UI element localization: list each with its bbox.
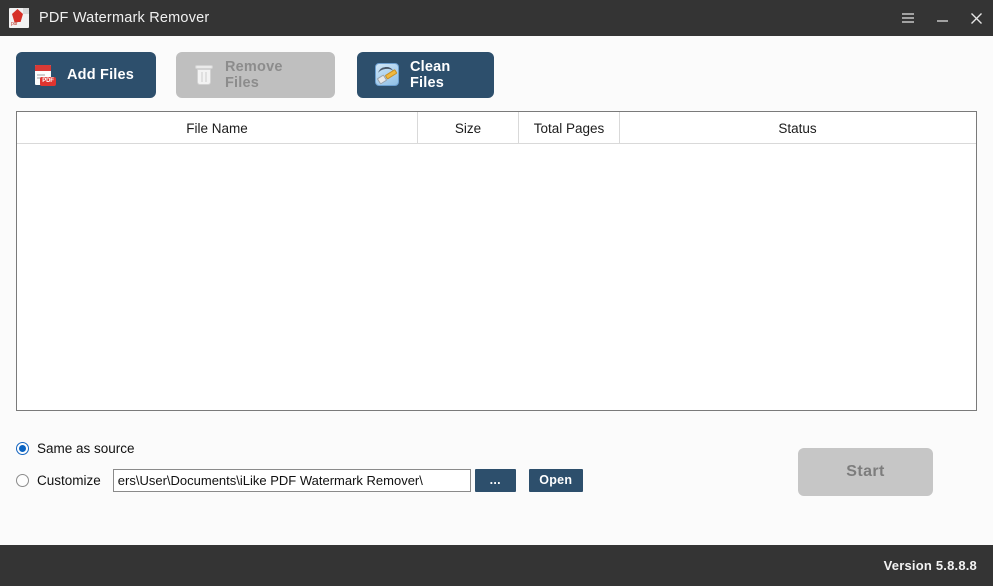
clean-files-label: Clean Files (410, 59, 451, 91)
output-path-input[interactable]: ers\User\Documents\iLike PDF Watermark R… (112, 468, 471, 492)
trash-icon (194, 63, 214, 87)
pdf-add-icon: PDF (34, 63, 56, 87)
statusbar: Version 5.8.8.8 (0, 545, 993, 586)
window-controls (891, 0, 993, 36)
open-folder-button[interactable]: Open (528, 468, 583, 492)
table-body-empty[interactable] (17, 144, 976, 410)
output-options: Same as source Customize ers\User\Docume… (16, 436, 616, 492)
radio-same-as-source[interactable] (16, 441, 29, 455)
option-customize[interactable]: Customize ers\User\Documents\iLike PDF W… (16, 468, 616, 492)
browse-button[interactable]: ... (474, 468, 516, 492)
minimize-icon[interactable] (925, 0, 959, 36)
file-list-table: File Name Size Total Pages Status (16, 111, 977, 411)
window-title: PDF Watermark Remover (39, 10, 210, 26)
column-header-total-pages[interactable]: Total Pages (518, 112, 619, 144)
label-customize: Customize (37, 472, 101, 488)
remove-files-label: Remove Files (225, 59, 283, 91)
option-same-as-source[interactable]: Same as source (16, 436, 616, 460)
start-button[interactable]: Start (798, 448, 933, 496)
add-files-button[interactable]: PDF Add Files (16, 52, 156, 98)
app-pdf-file-icon: pdf (9, 8, 29, 28)
label-same-as-source: Same as source (37, 440, 135, 456)
clean-files-button[interactable]: Clean Files (357, 52, 494, 98)
toolbar: PDF Add Files Remove Files Clean Files (0, 36, 993, 105)
output-path-value: ers\User\Documents\iLike PDF Watermark R… (117, 472, 423, 488)
version-label: Version 5.8.8.8 (883, 558, 977, 573)
application-window: pdf PDF Watermark Remover PDF Add Files … (0, 0, 993, 586)
clean-brush-icon (375, 63, 399, 87)
column-header-file-name[interactable]: File Name (17, 112, 417, 144)
column-header-size[interactable]: Size (417, 112, 518, 144)
column-header-status[interactable]: Status (619, 112, 975, 144)
table-header-row: File Name Size Total Pages Status (17, 112, 976, 144)
titlebar: pdf PDF Watermark Remover (0, 0, 993, 36)
add-files-label: Add Files (67, 67, 135, 83)
remove-files-button[interactable]: Remove Files (176, 52, 335, 98)
close-icon[interactable] (959, 0, 993, 36)
radio-customize[interactable] (16, 473, 29, 487)
hamburger-menu-icon[interactable] (891, 0, 925, 36)
